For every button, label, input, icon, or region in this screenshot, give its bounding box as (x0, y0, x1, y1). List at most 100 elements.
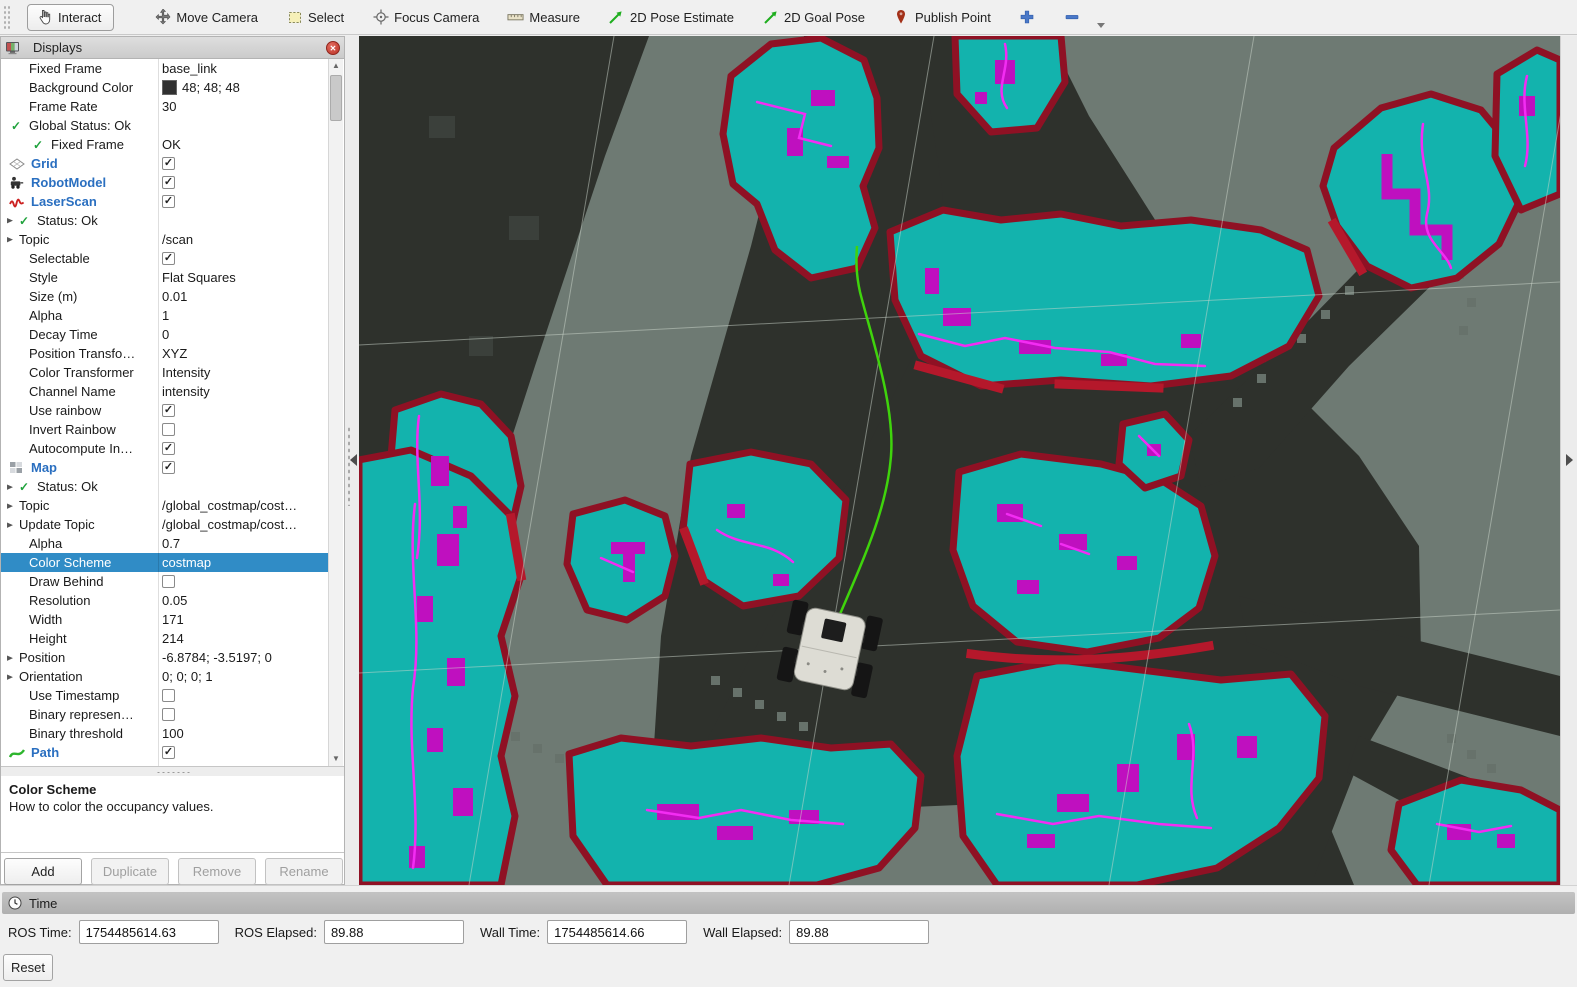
property-value[interactable]: 48; 48; 48 (158, 80, 329, 95)
property-value[interactable]: /global_costmap/cost… (158, 517, 329, 532)
tree-row-position-transfo[interactable]: Position Transfo…XYZ (1, 344, 329, 363)
tree-row-color-scheme[interactable]: Color Schemecostmap (1, 553, 329, 572)
checkbox[interactable]: ✓ (162, 176, 175, 189)
checkbox[interactable]: ✓ (162, 461, 175, 474)
property-value[interactable]: /global_costmap/cost… (158, 498, 329, 513)
scrollbar-thumb[interactable] (330, 75, 342, 121)
tree-row-binary-represen[interactable]: Binary represen… (1, 705, 329, 724)
tool-select[interactable]: Select (280, 5, 350, 30)
tree-row-orientation[interactable]: ▶Orientation0; 0; 0; 1 (1, 667, 329, 686)
tree-row-status-ok[interactable]: ▶✓Status: Ok (1, 211, 329, 230)
tree-row-map[interactable]: Map✓ (1, 458, 329, 477)
tree-row-update-topic[interactable]: ▶Update Topic/global_costmap/cost… (1, 515, 329, 534)
property-value[interactable]: ✓ (158, 404, 329, 417)
property-value[interactable]: -6.8784; -3.5197; 0 (158, 650, 329, 665)
property-value[interactable] (158, 575, 329, 588)
tree-row-path[interactable]: Path✓ (1, 743, 329, 762)
property-value[interactable]: 0.7 (158, 536, 329, 551)
tool-remove-tool[interactable] (1058, 5, 1087, 30)
checkbox[interactable]: ✓ (162, 157, 175, 170)
wall-elapsed-input[interactable]: 89.88 (789, 920, 929, 944)
wall-time-input[interactable]: 1754485614.66 (547, 920, 687, 944)
tree-row-global-status-ok[interactable]: ✓Global Status: Ok (1, 116, 329, 135)
property-value[interactable]: ✓ (158, 252, 329, 265)
tool-goal-pose[interactable]: 2D Goal Pose (756, 5, 871, 30)
property-value[interactable]: 0.05 (158, 593, 329, 608)
checkbox[interactable]: ✓ (162, 746, 175, 759)
tree-row-topic[interactable]: ▶Topic/global_costmap/cost… (1, 496, 329, 515)
tree-row-use-rainbow[interactable]: Use rainbow✓ (1, 401, 329, 420)
reset-button[interactable]: Reset (3, 954, 53, 981)
tree-row-alpha[interactable]: Alpha0.7 (1, 534, 329, 553)
tree-row-robotmodel[interactable]: RobotModel✓ (1, 173, 329, 192)
checkbox[interactable] (162, 423, 175, 436)
expand-arrow-icon[interactable]: ▶ (7, 653, 19, 661)
tree-column-divider[interactable] (158, 59, 159, 766)
ros-elapsed-input[interactable]: 89.88 (324, 920, 464, 944)
toolbar-overflow-caret[interactable] (1097, 17, 1105, 32)
property-value[interactable]: Flat Squares (158, 270, 329, 285)
tool-add-tool[interactable] (1013, 5, 1042, 30)
property-value[interactable]: 214 (158, 631, 329, 646)
tree-row-channel-name[interactable]: Channel Nameintensity (1, 382, 329, 401)
tree-row-invert-rainbow[interactable]: Invert Rainbow (1, 420, 329, 439)
expand-arrow-icon[interactable]: ▶ (7, 216, 19, 224)
property-value[interactable]: costmap (158, 555, 329, 570)
scroll-up-icon[interactable]: ▲ (329, 59, 343, 73)
expand-arrow-icon[interactable]: ▶ (7, 520, 19, 528)
tool-move-camera[interactable]: Move Camera (148, 5, 264, 30)
property-value[interactable]: base_link (158, 61, 329, 76)
property-value[interactable]: Intensity (158, 365, 329, 380)
property-value[interactable]: ✓ (158, 176, 329, 189)
expand-arrow-icon[interactable]: ▶ (7, 235, 19, 243)
toolbar-drag-handle[interactable] (3, 5, 10, 29)
property-value[interactable] (158, 689, 329, 702)
property-value[interactable]: XYZ (158, 346, 329, 361)
tree-row-fixed-frame[interactable]: Fixed Framebase_link (1, 59, 329, 78)
property-value[interactable]: /scan (158, 232, 329, 247)
splitter-dots[interactable] (347, 426, 351, 506)
tree-row-style[interactable]: StyleFlat Squares (1, 268, 329, 287)
expand-arrow-icon[interactable]: ▶ (7, 482, 19, 490)
ros-time-input[interactable]: 1754485614.63 (79, 920, 219, 944)
tree-row-decay-time[interactable]: Decay Time0 (1, 325, 329, 344)
displays-panel-header[interactable]: Displays ✕ (1, 37, 344, 59)
expand-right-icon[interactable] (1566, 454, 1573, 466)
checkbox[interactable]: ✓ (162, 442, 175, 455)
tree-row-resolution[interactable]: Resolution0.05 (1, 591, 329, 610)
property-value[interactable]: OK (158, 137, 329, 152)
property-value[interactable]: ✓ (158, 746, 329, 759)
tree-row-use-timestamp[interactable]: Use Timestamp (1, 686, 329, 705)
property-value[interactable]: ✓ (158, 461, 329, 474)
tool-measure[interactable]: Measure (501, 5, 586, 30)
tree-row-height[interactable]: Height214 (1, 629, 329, 648)
tree-row-alpha[interactable]: Alpha1 (1, 306, 329, 325)
expand-arrow-icon[interactable]: ▶ (7, 672, 19, 680)
tree-row-fixed-frame[interactable]: ✓Fixed FrameOK (1, 135, 329, 154)
tree-row-status-ok[interactable]: ▶✓Status: Ok (1, 477, 329, 496)
property-value[interactable] (158, 708, 329, 721)
checkbox[interactable] (162, 708, 175, 721)
property-value[interactable]: 1 (158, 308, 329, 323)
checkbox[interactable]: ✓ (162, 195, 175, 208)
time-panel-header[interactable]: Time (2, 892, 1575, 914)
property-value[interactable]: 0.01 (158, 289, 329, 304)
property-value[interactable]: 0 (158, 327, 329, 342)
property-value[interactable]: ✓ (158, 442, 329, 455)
property-value[interactable]: intensity (158, 384, 329, 399)
tree-row-color-transformer[interactable]: Color TransformerIntensity (1, 363, 329, 382)
checkbox[interactable]: ✓ (162, 252, 175, 265)
tree-row-width[interactable]: Width171 (1, 610, 329, 629)
tool-focus-camera[interactable]: Focus Camera (366, 5, 485, 30)
tree-row-selectable[interactable]: Selectable✓ (1, 249, 329, 268)
tree-row-background-color[interactable]: Background Color48; 48; 48 (1, 78, 329, 97)
checkbox[interactable]: ✓ (162, 404, 175, 417)
close-icon[interactable]: ✕ (326, 41, 340, 55)
tree-row-frame-rate[interactable]: Frame Rate30 (1, 97, 329, 116)
tree-row-position[interactable]: ▶Position-6.8784; -3.5197; 0 (1, 648, 329, 667)
tree-row-grid[interactable]: Grid✓ (1, 154, 329, 173)
add-button[interactable]: Add (4, 858, 82, 885)
property-value[interactable]: ✓ (158, 195, 329, 208)
checkbox[interactable] (162, 575, 175, 588)
tree-row-draw-behind[interactable]: Draw Behind (1, 572, 329, 591)
